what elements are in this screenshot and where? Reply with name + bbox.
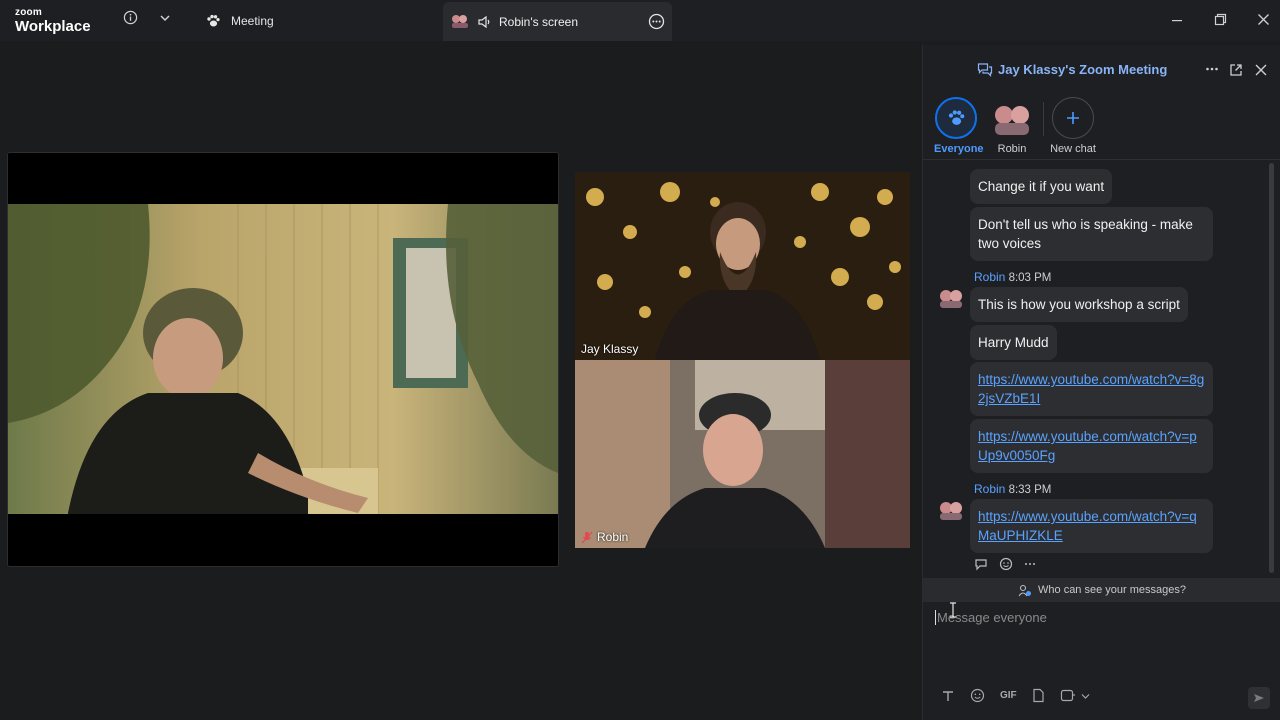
pop-out-icon[interactable] xyxy=(1229,63,1243,77)
jay-klassy-video-frame xyxy=(575,172,910,360)
screenshot-icon[interactable] xyxy=(1060,688,1076,703)
minimize-icon[interactable] xyxy=(1171,12,1183,28)
microphone-muted-icon xyxy=(581,531,593,544)
more-options-icon[interactable] xyxy=(648,13,665,30)
more-actions-icon[interactable] xyxy=(1024,557,1036,571)
more-options-icon[interactable] xyxy=(1205,62,1219,76)
text-cursor-icon xyxy=(949,602,957,618)
who-can-see-messages[interactable]: Who can see your messages? xyxy=(923,578,1280,602)
robin-video-frame xyxy=(575,360,910,548)
tab-robins-screen[interactable]: Robin's screen xyxy=(443,2,672,42)
tab-meeting-label: Meeting xyxy=(231,14,274,28)
restore-icon[interactable] xyxy=(1214,12,1227,28)
send-button[interactable] xyxy=(1248,687,1270,709)
message-composer[interactable]: Message everyone GIF xyxy=(923,602,1280,720)
participant-name-jay-klassy: Jay Klassy xyxy=(581,342,639,356)
chat-tab-robin[interactable]: Robin xyxy=(990,97,1034,155)
message-sender: Robin 8:33 PM xyxy=(974,482,1052,496)
chat-message-link[interactable]: https://www.youtube.com/watch?v=qMaUPHIZ… xyxy=(970,499,1213,553)
shared-screen-video[interactable] xyxy=(7,152,559,567)
chat-message-list: Change it if you want Don't tell us who … xyxy=(923,159,1280,578)
video-tile-jay-klassy[interactable]: Jay Klassy xyxy=(575,172,910,360)
message-actions xyxy=(974,557,1036,571)
zoom-workplace-logo: zoom Workplace xyxy=(15,7,91,35)
send-icon xyxy=(1253,692,1265,704)
tab-meeting[interactable]: Meeting xyxy=(205,10,274,32)
chat-scrollbar[interactable] xyxy=(1269,163,1274,573)
gif-button[interactable]: GIF xyxy=(1000,690,1017,701)
title-bar: zoom Workplace Meeting Robin's screen xyxy=(0,0,1280,42)
chat-message[interactable]: Change it if you want xyxy=(970,169,1113,204)
chat-message-link[interactable]: https://www.youtube.com/watch?v=pUp9v005… xyxy=(970,419,1213,473)
close-chat-icon[interactable] xyxy=(1254,63,1268,77)
chat-message[interactable]: Don't tell us who is speaking - make two… xyxy=(970,207,1213,261)
chat-bubbles-icon xyxy=(977,62,993,77)
text-format-icon[interactable] xyxy=(941,689,955,703)
chevron-down-icon[interactable] xyxy=(159,13,171,23)
chat-panel: Jay Klassy's Zoom Meeting Everyone Robin xyxy=(922,45,1280,720)
info-icon[interactable] xyxy=(123,10,138,25)
chat-message[interactable]: This is how you workshop a script xyxy=(970,287,1188,322)
composer-toolbar: GIF xyxy=(941,688,1090,703)
paw-icon xyxy=(205,13,221,29)
youtube-link[interactable]: https://www.youtube.com/watch?v=8g2jsVZb… xyxy=(978,372,1204,406)
robin-avatar xyxy=(938,288,964,308)
people-visibility-icon xyxy=(1018,584,1032,597)
tab-robins-screen-label: Robin's screen xyxy=(499,15,578,29)
chat-header: Jay Klassy's Zoom Meeting xyxy=(923,45,1280,93)
plus-icon xyxy=(1052,97,1094,139)
participant-name-robin: Robin xyxy=(581,530,628,544)
file-icon[interactable] xyxy=(1032,688,1045,703)
tab-divider xyxy=(1043,102,1044,136)
chat-tab-everyone[interactable]: Everyone xyxy=(934,97,984,155)
shared-video-frame xyxy=(8,153,558,566)
emoji-icon[interactable] xyxy=(970,688,985,703)
add-reaction-icon[interactable] xyxy=(999,557,1014,571)
robin-avatar xyxy=(991,97,1033,139)
chat-tab-new-chat[interactable]: New chat xyxy=(1047,97,1099,155)
chevron-down-icon[interactable] xyxy=(1081,692,1090,700)
video-tile-robin[interactable]: Robin xyxy=(575,360,910,548)
message-sender: Robin 8:03 PM xyxy=(974,270,1052,284)
speaker-icon xyxy=(477,15,491,29)
youtube-link[interactable]: https://www.youtube.com/watch?v=pUp9v005… xyxy=(978,429,1197,463)
robin-avatar xyxy=(938,500,964,520)
chat-message[interactable]: Harry Mudd xyxy=(970,325,1057,360)
chat-message-link[interactable]: https://www.youtube.com/watch?v=8g2jsVZb… xyxy=(970,362,1213,416)
robin-avatar-icon xyxy=(451,14,469,28)
chat-tabs: Everyone Robin New chat xyxy=(923,97,1280,155)
close-icon[interactable] xyxy=(1257,12,1270,28)
reply-icon[interactable] xyxy=(974,557,989,571)
youtube-link[interactable]: https://www.youtube.com/watch?v=qMaUPHIZ… xyxy=(978,509,1197,543)
chat-title: Jay Klassy's Zoom Meeting xyxy=(977,62,1167,77)
everyone-icon xyxy=(935,97,977,139)
